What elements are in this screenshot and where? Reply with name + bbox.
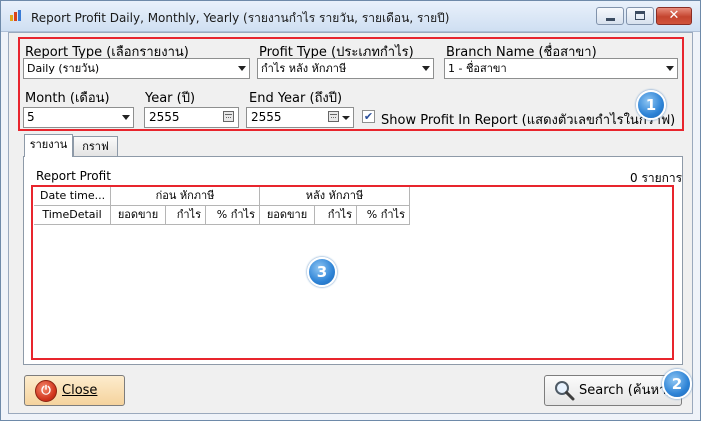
annotation-box-filters xyxy=(18,37,684,131)
annotation-badge-3: 3 xyxy=(307,257,337,287)
title-bar[interactable]: Report Profit Daily, Monthly, Yearly (รา… xyxy=(1,1,700,32)
minimize-icon xyxy=(606,18,615,21)
close-window-button[interactable]: ✕ xyxy=(656,7,692,25)
search-button[interactable]: Search (ค้นหา) xyxy=(544,375,682,406)
close-button-label: Close xyxy=(62,383,98,398)
maximize-button[interactable] xyxy=(626,7,654,25)
close-button[interactable]: ⏻ Close xyxy=(24,375,125,406)
annotation-box-grid xyxy=(31,185,674,360)
window-title: Report Profit Daily, Monthly, Yearly (รา… xyxy=(31,11,450,25)
close-icon: ✕ xyxy=(668,8,680,23)
search-button-label: Search (ค้นหา) xyxy=(579,383,672,398)
annotation-badge-1: 1 xyxy=(636,90,666,120)
maximize-icon xyxy=(635,11,645,20)
report-title: Report Profit xyxy=(36,169,111,183)
tab-graph[interactable]: กราฟ xyxy=(73,136,118,157)
power-icon: ⏻ xyxy=(35,380,57,402)
annotation-badge-2: 2 xyxy=(662,369,692,399)
minimize-button[interactable] xyxy=(596,7,624,25)
tab-report[interactable]: รายงาน xyxy=(24,134,73,157)
search-icon xyxy=(553,379,575,401)
report-profit-window: Report Profit Daily, Monthly, Yearly (รา… xyxy=(0,0,701,421)
chart-app-icon xyxy=(10,10,21,21)
